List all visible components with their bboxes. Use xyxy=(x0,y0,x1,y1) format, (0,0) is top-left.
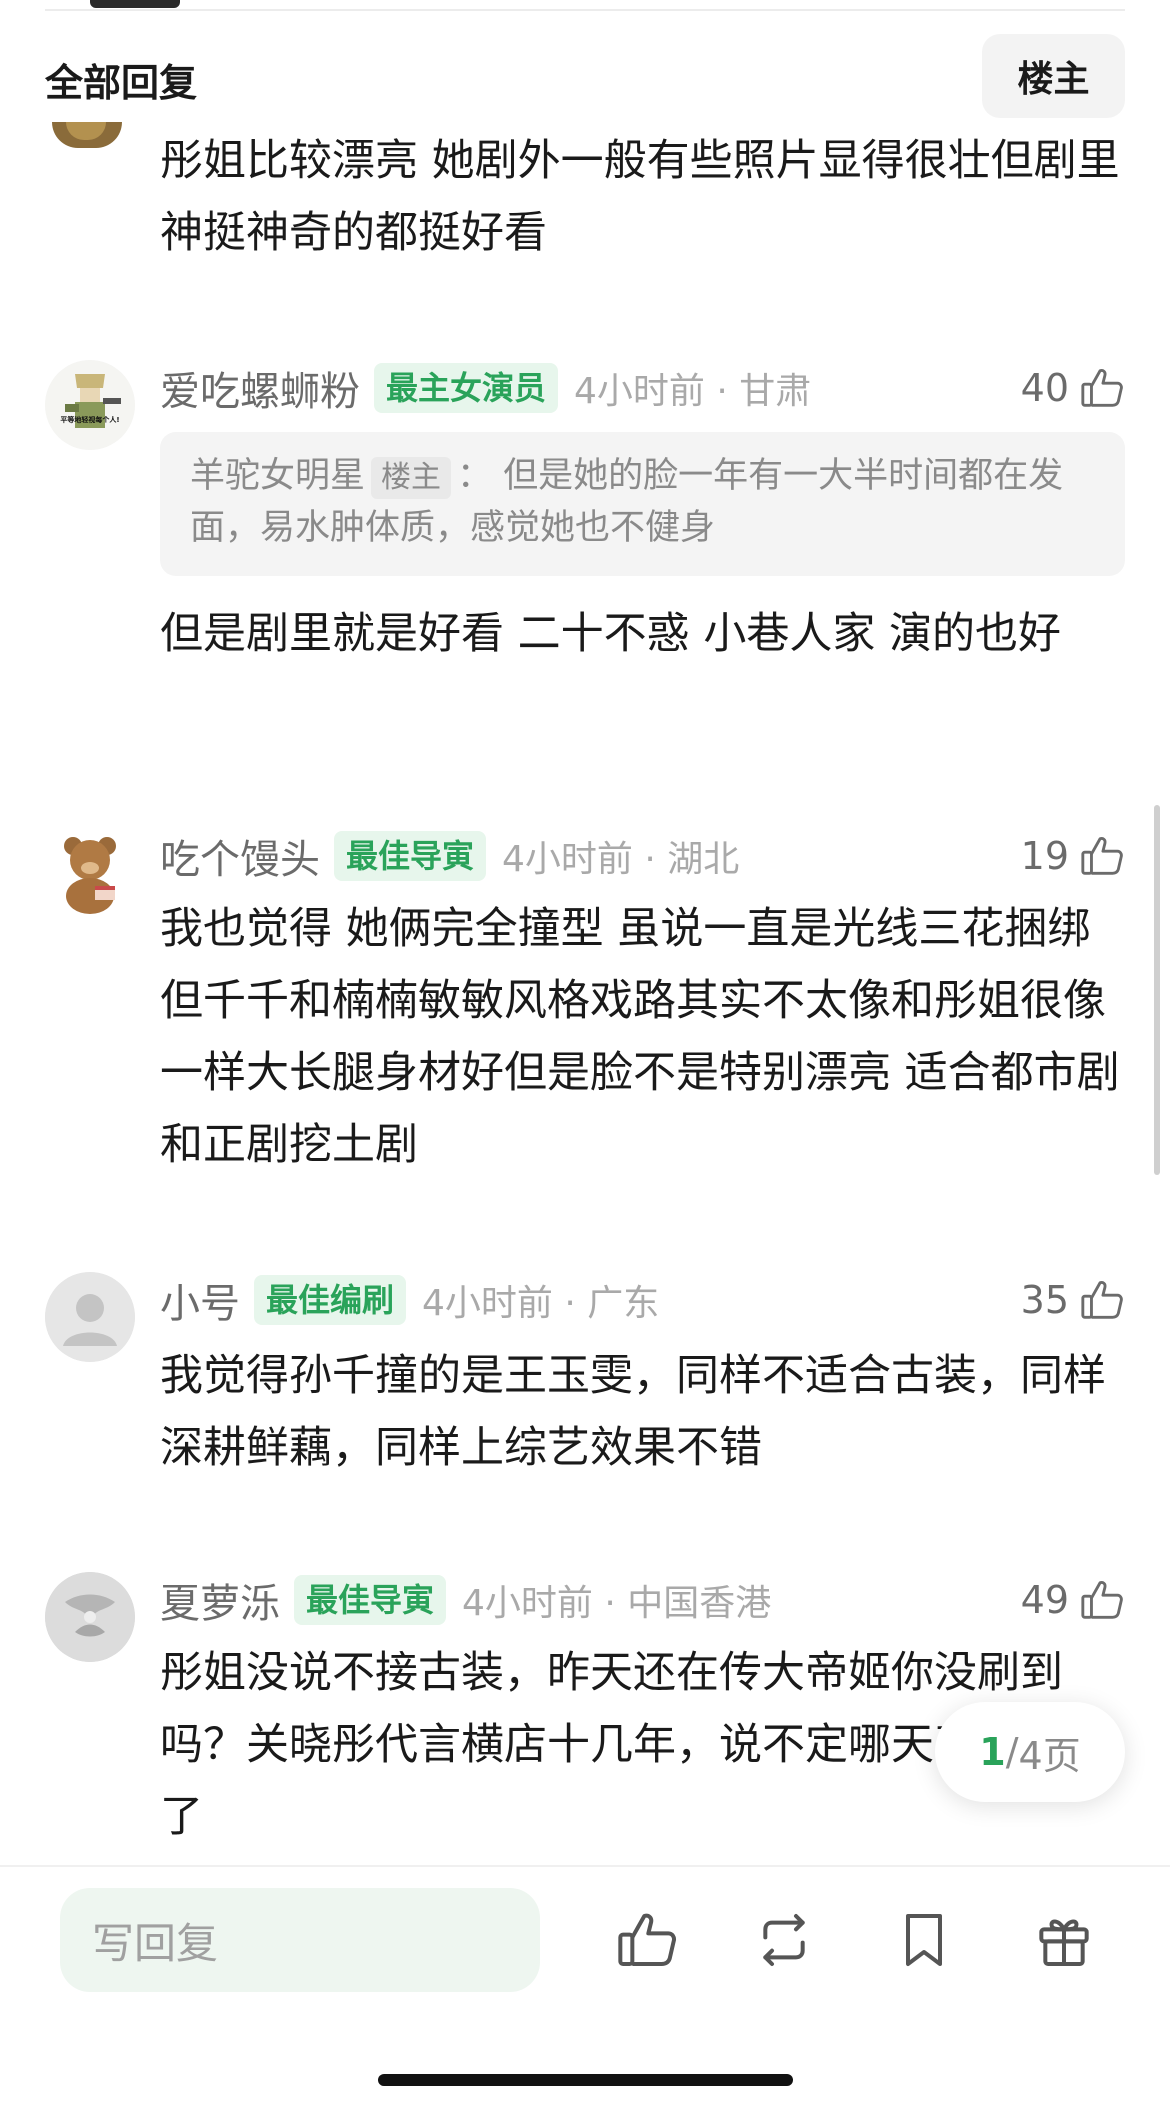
username[interactable]: 夏萝泺 xyxy=(160,1571,280,1629)
avatar-image: 平等地轻视每个人! xyxy=(45,360,135,450)
comment-meta: 吃个馒头 最佳导寅 4小时前 · 湖北 xyxy=(160,828,739,884)
reply-input[interactable]: 写回复 xyxy=(60,1888,540,1992)
op-only-button[interactable]: 楼主 xyxy=(982,34,1125,118)
home-indicator xyxy=(378,2074,793,2086)
reply-placeholder: 写回复 xyxy=(92,1918,219,1968)
like-count: 49 xyxy=(1020,1578,1069,1622)
prev-comment-text: 彤姐比较漂亮 她剧外一般有些照片显得很壮但剧里神挺神奇的都挺好看 xyxy=(160,136,1120,258)
page-indicator[interactable]: 1/4页 xyxy=(935,1702,1125,1802)
avatar-image xyxy=(45,1572,135,1662)
op-tag: 楼主 xyxy=(371,457,452,499)
timestamp-location: 4小时前 · 湖北 xyxy=(502,839,740,880)
thumbs-up-icon[interactable] xyxy=(1079,365,1125,411)
avatar[interactable] xyxy=(45,1272,135,1362)
quote-separator: ： xyxy=(457,456,493,496)
top-divider xyxy=(45,9,1125,11)
repost-icon[interactable] xyxy=(752,1908,816,1972)
page-title: 全部回复 xyxy=(45,61,198,105)
avatar[interactable]: 平等地轻视每个人! xyxy=(45,360,135,450)
avatar-image xyxy=(45,828,135,918)
bookmark-icon[interactable] xyxy=(892,1908,956,1972)
quote-author[interactable]: 羊驼女明星 xyxy=(190,456,365,496)
like-control[interactable]: 19 xyxy=(1021,828,1125,884)
comment-text: 我也觉得 她俩完全撞型 虽说一直是光线三花捆绑 但千千和楠楠敏敏风格戏路其实不太… xyxy=(160,904,1120,1170)
total-pages: 4页 xyxy=(1018,1733,1081,1778)
avatar[interactable] xyxy=(45,828,135,918)
user-badge[interactable]: 最佳导寅 xyxy=(334,831,487,881)
username[interactable]: 吃个馒头 xyxy=(160,827,320,885)
username[interactable]: 爱吃螺蛳粉 xyxy=(160,359,360,417)
avatar[interactable] xyxy=(45,1572,135,1662)
thumbs-up-icon[interactable] xyxy=(1079,1277,1125,1323)
comment-meta: 爱吃螺蛳粉 最主女演员 4小时前 · 甘肃 xyxy=(160,360,811,416)
like-count: 35 xyxy=(1020,1278,1069,1322)
page-separator: / xyxy=(1005,1730,1019,1774)
timestamp-location: 4小时前 · 甘肃 xyxy=(574,371,812,412)
username[interactable]: 小号 xyxy=(160,1271,240,1329)
timestamp-location: 4小时前 · 中国香港 xyxy=(462,1583,772,1624)
comment-text: 但是剧里就是好看 二十不惑 小巷人家 演的也好 xyxy=(160,609,1062,659)
comment-meta: 夏萝泺 最佳导寅 4小时前 · 中国香港 xyxy=(160,1572,771,1628)
like-control[interactable]: 35 xyxy=(1021,1272,1125,1328)
scrollbar[interactable] xyxy=(1154,805,1160,1175)
comment-meta: 小号 最佳编刷 4小时前 · 广东 xyxy=(160,1272,659,1328)
thumbs-up-icon[interactable] xyxy=(1079,1577,1125,1623)
top-tab-indicator xyxy=(90,0,180,8)
like-control[interactable]: 40 xyxy=(1021,360,1125,416)
current-page: 1 xyxy=(979,1730,1006,1774)
bottom-bar-divider xyxy=(0,1865,1170,1867)
prev-avatar[interactable] xyxy=(52,122,122,148)
quoted-comment[interactable]: 羊驼女明星 楼主： 但是她的脸一年有一大半时间都在发面，易水肿体质，感觉她也不健身 xyxy=(160,432,1125,576)
like-control[interactable]: 49 xyxy=(1021,1572,1125,1628)
comment-text: 我觉得孙千撞的是王玉雯，同样不适合古装，同样深耕鲜藕，同样上综艺效果不错 xyxy=(160,1351,1106,1473)
user-badge[interactable]: 最佳编刷 xyxy=(254,1275,407,1325)
gift-icon[interactable] xyxy=(1032,1908,1096,1972)
like-post-icon[interactable] xyxy=(615,1908,679,1972)
user-badge[interactable]: 最佳导寅 xyxy=(294,1575,447,1625)
user-badge[interactable]: 最主女演员 xyxy=(374,363,559,413)
default-avatar-icon xyxy=(45,1272,135,1362)
like-count: 40 xyxy=(1020,366,1069,410)
like-count: 19 xyxy=(1020,834,1069,878)
thumbs-up-icon[interactable] xyxy=(1079,833,1125,879)
timestamp-location: 4小时前 · 广东 xyxy=(422,1283,660,1324)
avatar-caption: 平等地轻视每个人! xyxy=(60,415,119,424)
